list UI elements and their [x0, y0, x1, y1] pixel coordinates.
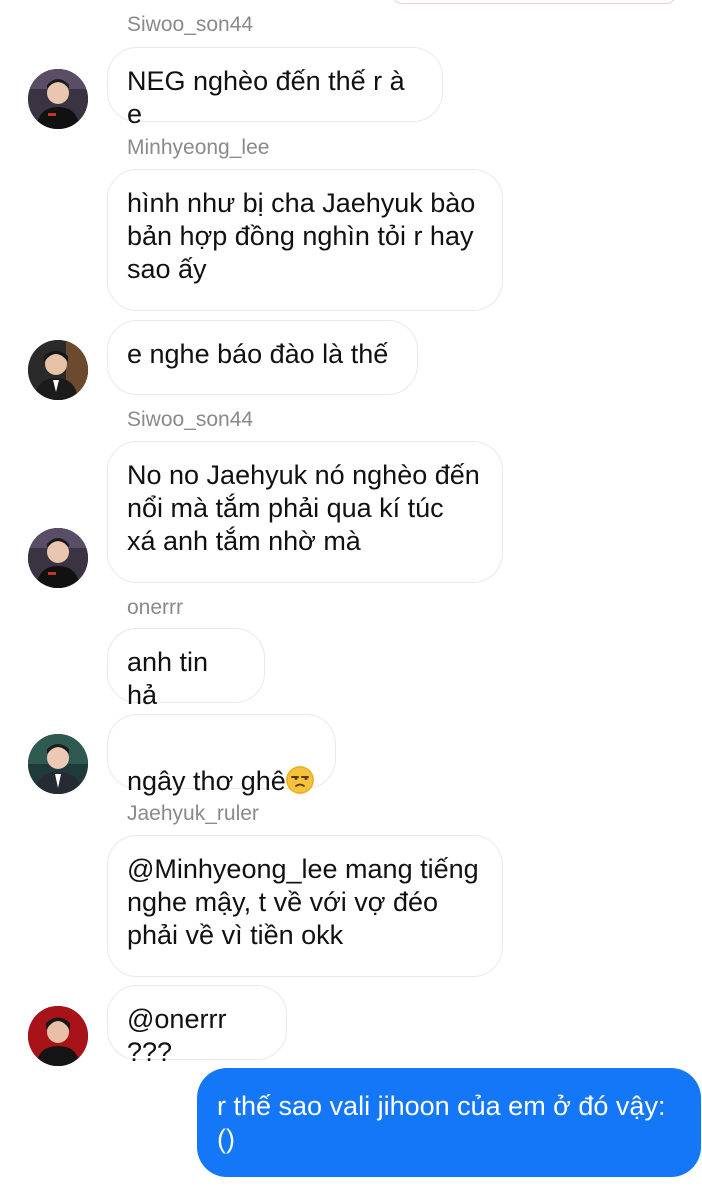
- player-avatar-dark-jersey-icon: [28, 528, 88, 588]
- my-message-bubble[interactable]: r thế sao vali jihoon của em ở đó vậy: (…: [197, 1068, 701, 1177]
- sender-name: Jaehyuk_ruler: [127, 802, 259, 825]
- player-avatar-dark-jersey-icon: [28, 69, 88, 129]
- unamused-face-icon: [285, 766, 314, 794]
- avatar[interactable]: [28, 340, 88, 400]
- message-bubble[interactable]: @Minhyeong_lee mang tiếng nghe mậy, t về…: [107, 835, 503, 977]
- sender-name: Minhyeong_lee: [127, 136, 270, 159]
- avatar[interactable]: [28, 528, 88, 588]
- message-bubble[interactable]: @onerrr ???: [107, 985, 287, 1067]
- avatar[interactable]: [28, 69, 88, 129]
- previous-bubble-edge: [392, 0, 676, 4]
- avatar[interactable]: [28, 1006, 88, 1066]
- message-bubble[interactable]: ngây thơ ghê: [107, 714, 336, 796]
- message-bubble[interactable]: No no Jaehyuk nó nghèo đến nổi mà tắm ph…: [107, 441, 503, 583]
- sender-name: Siwoo_son44: [127, 408, 254, 431]
- player-avatar-suit-icon: [28, 340, 88, 400]
- player-avatar-suit-green-icon: [28, 734, 88, 794]
- message-bubble[interactable]: hình như bị cha Jaehyuk bào bản hợp đồng…: [107, 169, 503, 311]
- message-bubble[interactable]: e nghe báo đào là thế: [107, 320, 418, 395]
- avatar[interactable]: [28, 734, 88, 794]
- player-avatar-red-icon: [28, 1006, 88, 1066]
- sender-name: Siwoo_son44: [127, 13, 254, 36]
- message-bubble[interactable]: anh tin hả: [107, 628, 265, 710]
- message-bubble[interactable]: NEG nghèo đến thế r à e: [107, 47, 443, 129]
- sender-name: onerrr: [127, 596, 184, 619]
- message-text: ngây thơ ghê: [127, 766, 286, 796]
